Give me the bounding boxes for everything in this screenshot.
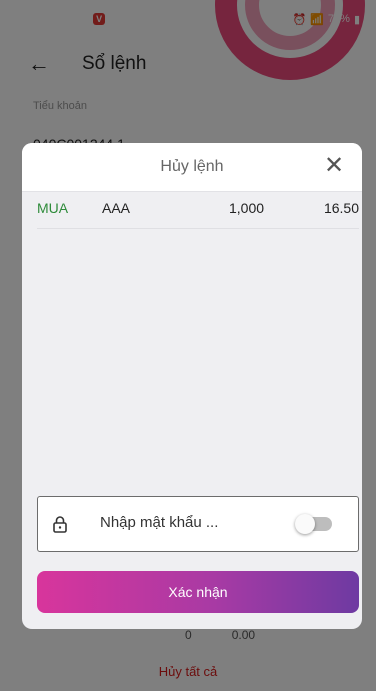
save-password-toggle[interactable]: [295, 514, 332, 534]
order-row: MUA AAA 1,000 16.50: [37, 196, 359, 229]
order-side: MUA: [37, 200, 69, 216]
order-quantity: 1,000: [229, 200, 265, 216]
dialog-header: Hủy lệnh ✕: [22, 143, 362, 192]
order-symbol: AAA: [102, 200, 131, 216]
app-screen: 09:09 ▣ ⊙ V • ⏰ 📶 79% ▮ ← Sổ lệnh Tiểu k…: [0, 0, 376, 691]
lock-icon: [53, 516, 67, 533]
dialog-title: Hủy lệnh: [160, 158, 224, 175]
order-price: 16.50: [323, 200, 359, 216]
cancel-order-dialog: Hủy lệnh ✕ MUA AAA 1,000 16.50 Xác nhận: [22, 143, 362, 629]
password-field-container[interactable]: [37, 496, 359, 552]
confirm-button[interactable]: Xác nhận: [37, 571, 359, 613]
password-input[interactable]: [100, 514, 280, 531]
close-icon[interactable]: ✕: [322, 153, 346, 179]
toggle-knob: [295, 514, 315, 534]
